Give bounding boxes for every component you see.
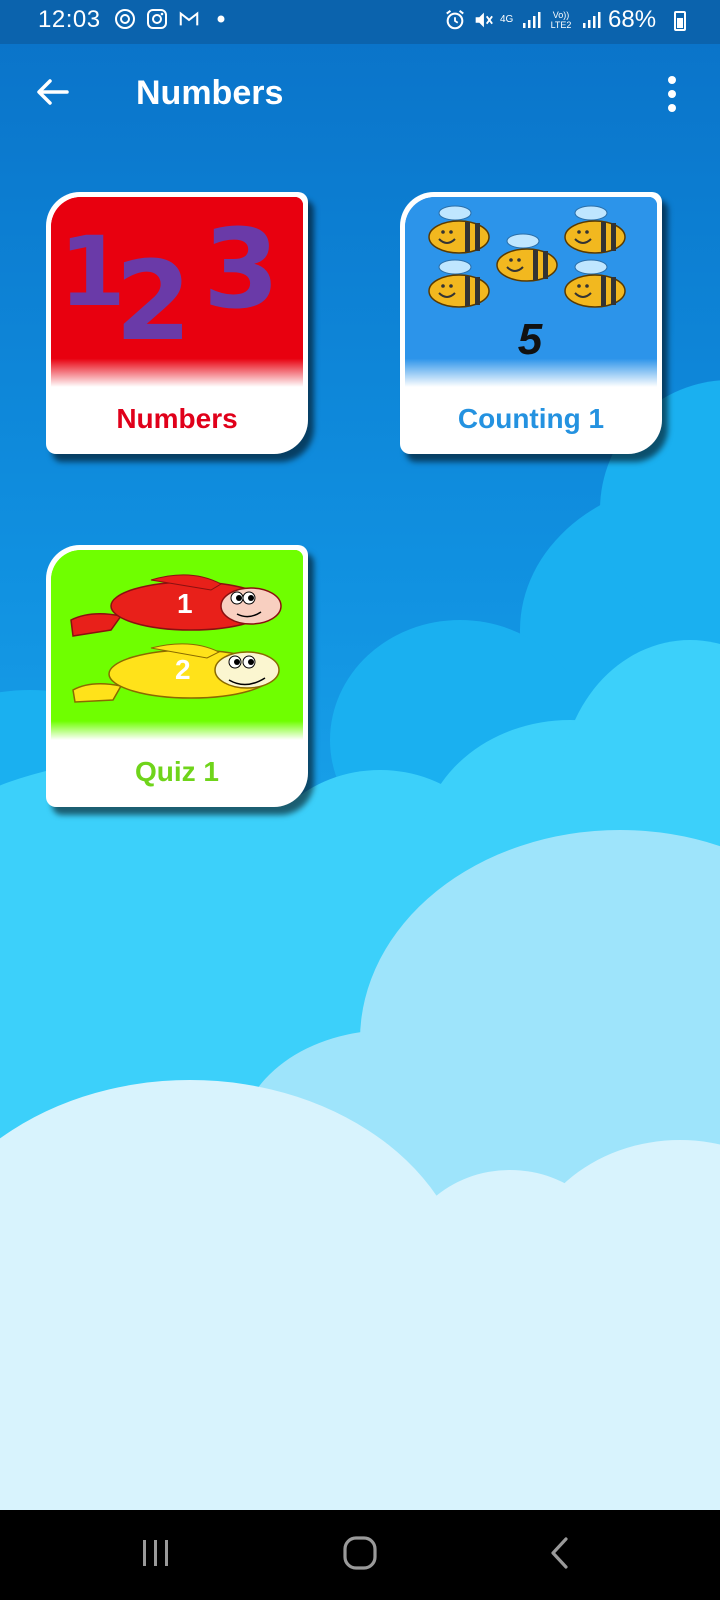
numbers-123-image: 1 2 3 (51, 197, 303, 387)
status-icons-right: 4G Vo)) LTE2 (444, 9, 602, 31)
card-quiz-1[interactable]: 1 2 Quiz 1 (46, 545, 308, 807)
instagram-icon (146, 8, 168, 30)
back-button[interactable] (30, 72, 74, 116)
card-counting-1[interactable]: 5 Counting 1 (400, 192, 662, 454)
signal-icon (580, 9, 602, 31)
fish-number-2: 2 (175, 654, 191, 685)
card-numbers[interactable]: 1 2 3 Numbers (46, 192, 308, 454)
count-number: 5 (517, 315, 543, 364)
gmail-icon (178, 8, 200, 30)
app-screen: 12:03 4G Vo)) LTE2 68% Numbers 1 2 3 Num… (0, 0, 720, 1600)
back-arrow-icon (35, 77, 69, 112)
battery-icon (674, 11, 686, 31)
dot-icon (210, 8, 232, 30)
status-bar: 12:03 4G Vo)) LTE2 68% (0, 0, 720, 44)
fish-quiz-image: 1 2 (51, 550, 303, 740)
sync-icon (114, 8, 136, 30)
card-label: Numbers (51, 389, 303, 449)
status-time: 12:03 (38, 6, 101, 33)
bees-counting-image: 5 (405, 197, 657, 387)
network-4g-label: 4G (500, 14, 514, 25)
volte-label: Vo)) LTE2 (550, 10, 572, 30)
alarm-icon (444, 9, 466, 31)
page-title: Numbers (136, 74, 284, 112)
status-icons-left (114, 8, 232, 30)
fish-number-1: 1 (177, 588, 193, 619)
home-icon (342, 1535, 378, 1576)
card-label: Counting 1 (405, 389, 657, 449)
more-vertical-icon (668, 76, 676, 84)
recents-button[interactable] (126, 1530, 186, 1580)
recents-icon (139, 1538, 173, 1573)
nav-back-button[interactable] (530, 1530, 590, 1580)
svg-text:2: 2 (115, 237, 192, 365)
nav-back-icon (548, 1536, 572, 1575)
more-options-button[interactable] (660, 72, 684, 116)
app-bar: Numbers (0, 44, 720, 148)
battery-percent: 68% (608, 6, 657, 33)
system-nav-bar (0, 1510, 720, 1600)
signal-icon (520, 9, 542, 31)
home-button[interactable] (330, 1530, 390, 1580)
card-label: Quiz 1 (51, 742, 303, 802)
mute-icon (472, 9, 494, 31)
svg-text:3: 3 (203, 205, 280, 333)
